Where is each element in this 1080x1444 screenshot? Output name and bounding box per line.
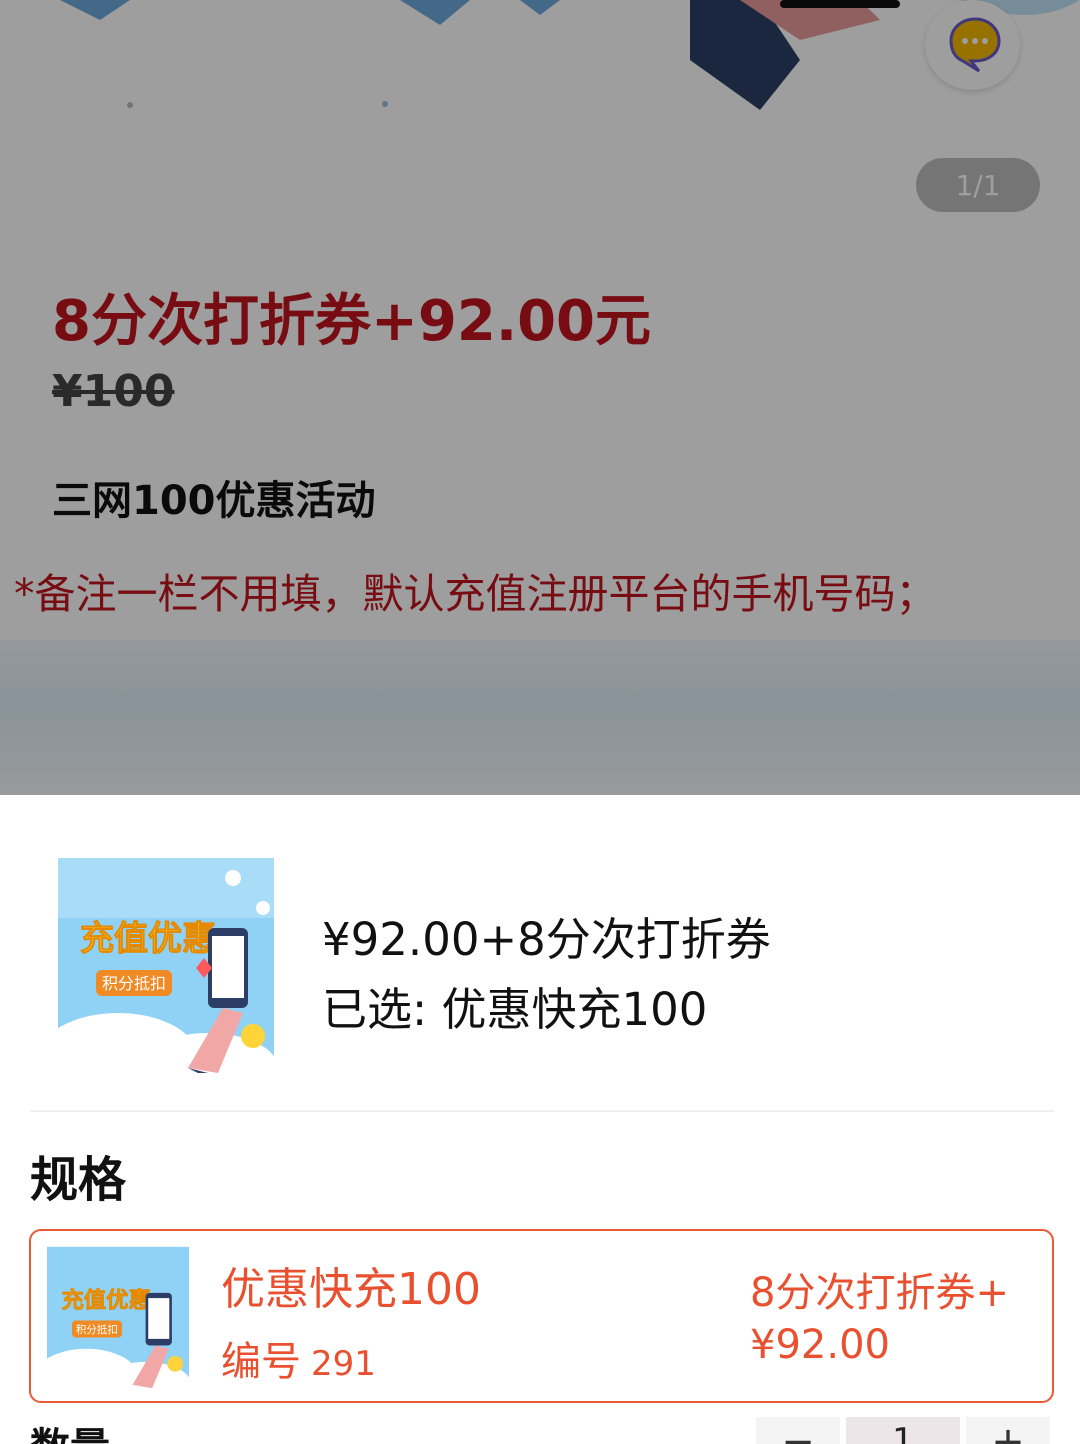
divider <box>30 1110 1054 1112</box>
product-thumbnail: 充值优惠 积分抵扣 <box>58 858 274 1073</box>
spec-option-name: 优惠快充100 <box>221 1264 481 1315</box>
thumbnail-title: 充值优惠 <box>80 920 216 958</box>
quantity-decrement-button[interactable]: − <box>756 1417 840 1444</box>
recharge-promo-image: 充值优惠 积分抵扣 <box>58 858 274 1073</box>
spec-price-line1: 8分次打折券+ <box>750 1270 1009 1316</box>
quantity-input[interactable]: 1 <box>846 1417 960 1444</box>
spec-thumbnail-subtitle: 积分抵扣 <box>76 1323 118 1336</box>
spec-option-price: 8分次打折券+ ¥92.00 <box>750 1267 1018 1371</box>
spec-option-thumbnail: 充值优惠 积分抵扣 <box>33 1246 192 1408</box>
quantity-label: 数量 <box>30 1415 110 1444</box>
spec-option-code: 编号 291 <box>221 1329 376 1387</box>
spec-option-card[interactable]: 充值优惠 积分抵扣 优惠快充100 编号 291 8分次打折券+ ¥92.00 <box>29 1229 1054 1408</box>
spec-thumbnail-title: 充值优惠 <box>61 1286 150 1312</box>
thumbnail-subtitle: 积分抵扣 <box>102 975 166 993</box>
quantity-increment-button[interactable]: + <box>966 1417 1050 1444</box>
spec-selector-sheet: 充值优惠 积分抵扣 ¥92.00+8分次打折券 已选: 优惠快充100 规格 充… <box>0 795 1080 1444</box>
spec-code-value: 291 <box>311 1344 376 1384</box>
modal-backdrop[interactable] <box>0 0 1080 795</box>
spec-code-label: 编号 <box>221 1339 301 1385</box>
selected-price: ¥92.00+8分次打折券 <box>322 913 771 966</box>
spec-heading: 规格 <box>30 1152 127 1208</box>
recharge-promo-image-small: 充值优惠 积分抵扣 <box>33 1246 192 1408</box>
spec-price-line2: ¥92.00 <box>750 1322 890 1368</box>
quantity-stepper: − 1 + <box>756 1417 1050 1444</box>
selected-spec-summary: 已选: 优惠快充100 <box>322 983 708 1036</box>
